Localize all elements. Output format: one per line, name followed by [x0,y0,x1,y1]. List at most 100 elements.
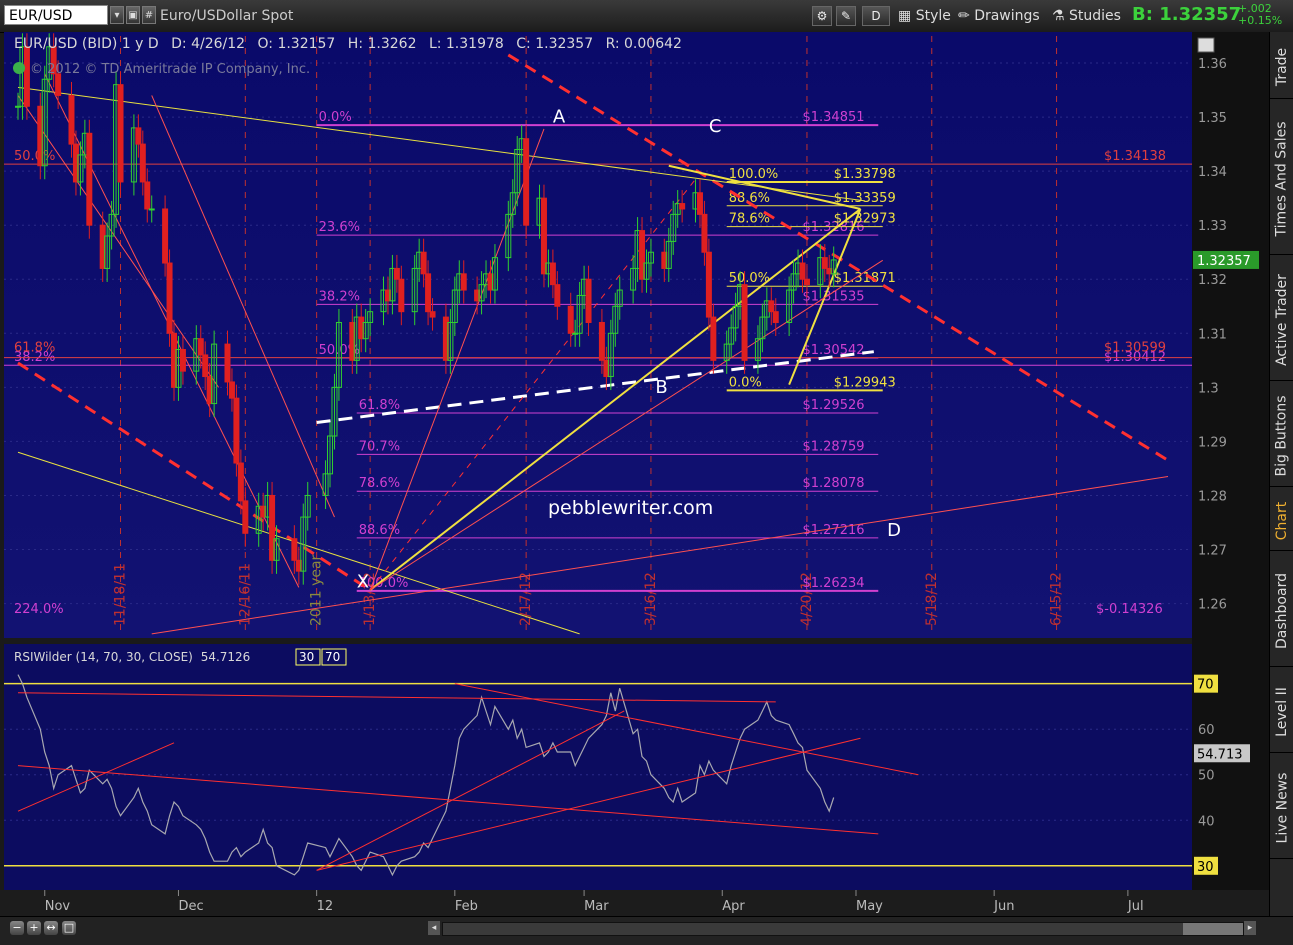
candle-body [567,305,574,334]
candle-body [179,349,186,372]
candle-body [549,262,556,286]
candle-body [55,73,62,96]
candle-body [23,46,30,107]
candle-body [166,262,173,334]
candle-body [425,273,432,313]
price-tick-label: 1.3 [1198,381,1219,396]
open-label: O: 1.32157 [258,36,336,52]
candle-body [197,338,204,356]
candle-body [398,278,405,313]
style-menu[interactable]: ▦ Style [898,6,951,26]
pattern-point-label: C [709,116,722,137]
instrument-label: EUR/USD (BID) 1 y D [14,36,159,52]
low-label: L: 1.31978 [429,36,504,52]
zoom-out-icon[interactable]: − [10,921,24,935]
price-tick-label: 1.33 [1198,219,1227,234]
fib-level-label: 61.8% [359,398,400,413]
scroll-thumb[interactable] [1183,923,1243,935]
symbol-input[interactable]: EUR/USD [4,5,108,25]
candle-body [86,132,93,226]
x-tick-label: Mar [584,899,609,914]
candle-body [554,284,561,307]
candle-body [429,311,436,318]
fit-icon[interactable]: □ [62,921,76,935]
candle-body [772,311,779,323]
fib-right-level: 78.6% [729,212,770,227]
fib-price-label: $1.28759 [802,439,864,454]
price-tick-label: 1.35 [1198,111,1227,126]
rail-tab[interactable]: Dashboard [1270,556,1293,667]
fib-level-label: 38.2% [319,289,360,304]
copyright-label: © 2012 © TD Ameritrade IP Company, Inc. [30,62,310,77]
rail-tab[interactable]: Active Trader [1270,260,1293,381]
high-label: H: 1.3262 [348,36,417,52]
zoom-reset-icon[interactable]: ↔ [44,921,58,935]
fib-price-label: $1.30542 [802,343,864,358]
candle-body [710,316,717,361]
symbol-dropdown-button[interactable]: ▾ [110,6,124,24]
candle-body [420,251,427,275]
symbol-description: Euro/USDollar Spot [160,8,294,24]
mode-badge[interactable]: D [862,6,890,26]
rail-tab[interactable]: Level II [1270,672,1293,753]
candle-body [68,94,75,145]
pencil-icon: ✏ [958,8,975,24]
candle-body [523,138,530,226]
candle-body [460,273,467,291]
candle-body [135,127,142,145]
range-label: R: 0.00642 [606,36,682,52]
zoom-in-icon[interactable]: + [27,921,41,935]
candle-body [705,251,712,318]
price-tick-label: 1.36 [1198,57,1227,72]
price-tick-label: 1.34 [1198,165,1227,180]
rail-tab[interactable]: Live News [1270,758,1293,859]
candle-body [803,278,810,286]
date-line-label: 12/16/11 [237,563,253,626]
rail-tab[interactable]: Times And Sales [1270,104,1293,255]
grid-icon[interactable]: # [142,6,156,24]
side-label: $1.30599 [1104,340,1166,355]
study-toggle-icon[interactable] [13,62,25,74]
rsi-tick-label: 60 [1198,723,1215,738]
price-tick-label: 1.28 [1198,489,1227,504]
rsi-oversold-value: 70 [325,650,340,664]
x-tick-label: Jul [1127,899,1144,914]
pattern-point-label: A [553,106,566,127]
fib-right-level: 0.0% [729,375,762,390]
date-line-label: 3/16/12 [643,572,659,626]
side-label: $1.34138 [1104,149,1166,164]
change-pct: +0.15% [1238,14,1283,27]
compare-icon[interactable]: ⚙ [812,6,832,26]
x-tick-label: Feb [455,899,478,914]
style-icon: ▦ [898,8,916,24]
chart-canvas[interactable]: 11/18/11 12/16/11 2011 year 1/13/12 2/17/12 3… [0,32,1269,916]
rail-tab[interactable]: Trade [1270,36,1293,99]
pattern-point-label: D [887,520,901,541]
time-scrollbar[interactable] [442,922,1244,936]
bottom-bar: − + ↔ □ ◂ ▸ [0,916,1293,945]
drawings-menu[interactable]: ✏ Drawings [958,6,1040,26]
candle-body [821,257,828,269]
scroll-left-arrow[interactable]: ◂ [428,921,440,935]
rail-tab[interactable]: Chart [1270,492,1293,551]
rail-tab-label: Level II [1274,687,1291,737]
x-tick-label: Dec [178,899,203,914]
wrench-icon[interactable]: ✎ [836,6,856,26]
candle-body [237,462,244,502]
cursor-mode-icon[interactable] [1197,37,1215,53]
price-tick-label: 1.32 [1198,273,1227,288]
fib-level-label: 23.6% [319,220,360,235]
link-icon[interactable]: ▣ [126,6,140,24]
candle-body [679,203,686,210]
x-tick-label: 12 [317,899,334,914]
candle-body [696,192,703,215]
scroll-right-arrow[interactable]: ▸ [1244,921,1256,935]
price-tick-label: 1.26 [1198,598,1227,613]
rail-tab[interactable]: Big Buttons [1270,386,1293,487]
side-label: 224.0% [14,602,64,617]
rsi-tick-label: 50 [1198,769,1215,784]
candle-body [224,343,231,383]
rail-tab-label: Dashboard [1274,573,1290,649]
studies-icon: ⚗ [1052,8,1070,24]
studies-menu[interactable]: ⚗ Studies [1052,6,1121,26]
